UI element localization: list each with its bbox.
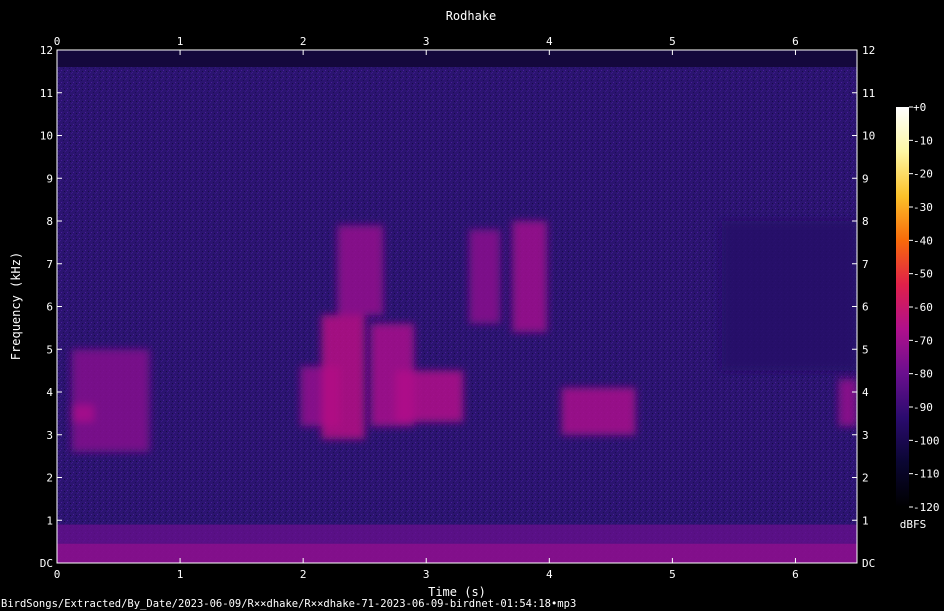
x-axis-label: Time (s)	[428, 585, 486, 599]
y-tick-label-right: 3	[862, 429, 869, 442]
x-tick-label-bottom: 0	[54, 568, 61, 581]
colorbar-gradient	[896, 107, 909, 507]
x-tick-label-top: 0	[54, 35, 61, 48]
spectrogram-figure: Rodhake 0 0 1 1 2 2 3 3 4 4 5 5 6 6 DC DC 1 1 2 2 3 3 4 4 5 5 6 6 7 7…	[0, 0, 944, 611]
signal-region	[561, 387, 636, 435]
x-tick-label-top: 1	[177, 35, 184, 48]
spectrogram-chart: Rodhake 00112233445566DC DC1 12 23 34 45 56 67 7…	[1, 9, 940, 610]
footer-filename: BirdSongs/Extracted/By_Date/2023-06-09/R…	[1, 598, 576, 610]
colorbar-tick-label: -30	[913, 201, 933, 214]
y-tick-label-right: 7	[862, 258, 869, 271]
y-tick-label-left: 7	[46, 258, 53, 271]
y-tick-label-right: 1	[862, 514, 869, 527]
y-tick-label-right: 8	[862, 215, 869, 228]
y-tick-label-left: 1	[46, 514, 53, 527]
colorbar-tick-label: -60	[913, 301, 933, 314]
y-tick-label-right: 6	[862, 301, 869, 314]
colorbar-tick-label: -110	[913, 468, 940, 481]
x-tick-label-top: 5	[669, 35, 676, 48]
signal-region	[71, 349, 150, 452]
y-tick-label-left: 8	[46, 215, 53, 228]
colorbar-tick-label: -80	[913, 368, 933, 381]
y-axis-label: Frequency (kHz)	[9, 252, 23, 360]
y-tick-label-right: 10	[862, 130, 875, 143]
x-tick-label-top: 4	[546, 35, 553, 48]
y-tick-label-left: 3	[46, 429, 53, 442]
y-tick-label-left: 5	[46, 343, 53, 356]
colorbar-unit-label: dBFS	[900, 518, 927, 531]
colorbar-tick-label: +0	[913, 101, 926, 114]
colorbar-tick-label: -20	[913, 168, 933, 181]
signal-region	[321, 315, 365, 440]
x-tick-label-bottom: 4	[546, 568, 553, 581]
y-tick-label-right: 2	[862, 472, 869, 485]
x-tick-label-bottom: 2	[300, 568, 307, 581]
colorbar-tick-label: -50	[913, 268, 933, 281]
colorbar: +0 -10 -20 -30 -40 -50 -60 -70 -80 -90 -100 -110 -12…	[896, 101, 940, 514]
x-tick-label-bottom: 3	[423, 568, 430, 581]
y-tick-label-right: 9	[862, 172, 869, 185]
x-tick-label-top: 6	[792, 35, 799, 48]
signal-region	[337, 225, 384, 316]
colorbar-tick-label: -40	[913, 234, 933, 247]
x-tick-label-bottom: 1	[177, 568, 184, 581]
plot-area	[57, 50, 857, 563]
y-tick-label-left: 4	[46, 386, 53, 399]
signal-region	[838, 379, 857, 427]
x-tick-label-bottom: 6	[792, 568, 799, 581]
colorbar-tick-label: -10	[913, 134, 933, 147]
low-frequency-band-core	[57, 543, 857, 563]
y-tick-label-left: DC	[40, 557, 53, 570]
signal-region	[395, 370, 464, 422]
y-tick-label-left: 9	[46, 172, 53, 185]
x-tick-label-bottom: 5	[669, 568, 676, 581]
colorbar-tick-label: -70	[913, 334, 933, 347]
y-tick-label-left: 2	[46, 472, 53, 485]
signal-region	[469, 229, 501, 324]
y-tick-label-left: 10	[40, 130, 53, 143]
signal-region	[71, 404, 94, 422]
signal-region	[721, 221, 857, 371]
y-tick-label-left: 12	[40, 44, 53, 57]
chart-title: Rodhake	[446, 9, 497, 23]
colorbar-tick-label: -100	[913, 434, 940, 447]
y-tick-label-left: 11	[40, 87, 53, 100]
x-tick-label-top: 3	[423, 35, 430, 48]
y-tick-label-right: 5	[862, 343, 869, 356]
signal-region	[512, 221, 547, 333]
y-tick-label-right: DC	[862, 557, 875, 570]
colorbar-tick-label: -120	[913, 501, 940, 514]
y-tick-label-right: 4	[862, 386, 869, 399]
y-tick-label-right: 12	[862, 44, 875, 57]
y-tick-label-left: 6	[46, 301, 53, 314]
colorbar-tick-label: -90	[913, 401, 933, 414]
spectrogram-image	[57, 50, 857, 563]
x-tick-label-top: 2	[300, 35, 307, 48]
y-tick-label-right: 11	[862, 87, 875, 100]
